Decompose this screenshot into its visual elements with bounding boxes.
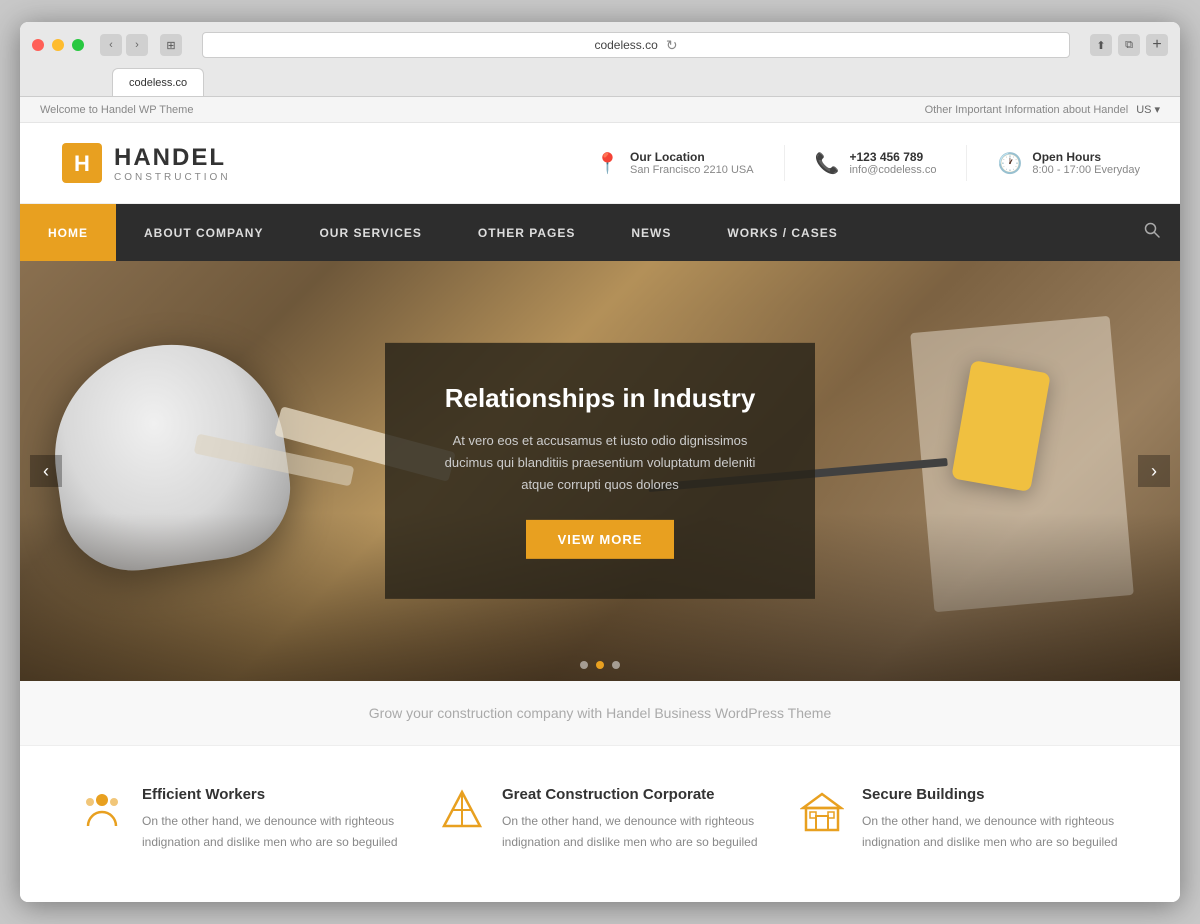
header-info: 📍 Our Location San Francisco 2210 USA 📞 … — [595, 145, 1140, 181]
nav-item-services[interactable]: OUR SERVICES — [291, 204, 449, 261]
workers-icon — [80, 788, 124, 852]
feature-desc-0: On the other hand, we denounce with righ… — [142, 811, 400, 852]
feature-buildings: Secure Buildings On the other hand, we d… — [800, 786, 1120, 852]
tagline-text: Grow your construction company with Hand… — [369, 705, 831, 721]
dot-2[interactable] — [596, 661, 604, 669]
nav-item-home[interactable]: HOME — [20, 204, 116, 261]
svg-text:H: H — [74, 151, 90, 176]
chevron-down-icon: ▾ — [1154, 103, 1160, 116]
feature-desc-2: On the other hand, we denounce with righ… — [862, 811, 1120, 852]
slider-prev-button[interactable]: ‹ — [30, 455, 62, 487]
browser-chrome: ‹ › ⊞ codeless.co ↻ ⬆ ⧉ + codeless.co — [20, 22, 1180, 97]
hero-slider: ‹ › Relationships in Industry At vero eo… — [20, 261, 1180, 681]
nav-item-works[interactable]: WORKS / CASES — [699, 204, 865, 261]
phone-number: +123 456 789 — [849, 150, 936, 164]
reader-button[interactable]: ⊞ — [160, 34, 182, 56]
site-header: H HANDEL CONSTRUCTION 📍 Our Location San… — [20, 123, 1180, 204]
hero-description: At vero eos et accusamus et iusto odio d… — [435, 430, 765, 496]
feature-construction: Great Construction Corporate On the othe… — [440, 786, 760, 852]
phone-icon: 📞 — [815, 151, 840, 176]
slider-dots — [580, 661, 620, 669]
hours-info: 🕐 Open Hours 8:00 - 17:00 Everyday — [997, 150, 1140, 176]
feature-title-1: Great Construction Corporate — [502, 786, 760, 803]
location-icon: 📍 — [595, 151, 620, 176]
hero-title: Relationships in Industry — [435, 383, 765, 414]
view-more-button[interactable]: VIEW MORE — [526, 520, 675, 559]
construction-icon — [440, 788, 484, 852]
location-value: San Francisco 2210 USA — [630, 164, 754, 176]
location-info: 📍 Our Location San Francisco 2210 USA — [595, 150, 753, 176]
info-text: Other Important Information about Handel — [925, 104, 1129, 116]
logo-icon: H — [60, 141, 104, 185]
feature-desc-1: On the other hand, we denounce with righ… — [502, 811, 760, 852]
nav-item-news[interactable]: NEWS — [603, 204, 699, 261]
refresh-icon[interactable]: ↻ — [666, 37, 678, 54]
feature-title-0: Efficient Workers — [142, 786, 400, 803]
top-info-bar: Welcome to Handel WP Theme Other Importa… — [20, 97, 1180, 123]
tagline-bar: Grow your construction company with Hand… — [20, 681, 1180, 746]
nav-item-about[interactable]: ABOUT COMPANY — [116, 204, 291, 261]
browser-window: ‹ › ⊞ codeless.co ↻ ⬆ ⧉ + codeless.co We… — [20, 22, 1180, 902]
clock-icon: 🕐 — [997, 151, 1022, 176]
language-selector[interactable]: US ▾ — [1136, 103, 1160, 116]
forward-button[interactable]: › — [126, 34, 148, 56]
logo-sub: CONSTRUCTION — [114, 172, 231, 183]
location-label: Our Location — [630, 150, 754, 164]
feature-efficient-workers: Efficient Workers On the other hand, we … — [80, 786, 400, 852]
dot-1[interactable] — [580, 661, 588, 669]
close-button[interactable] — [32, 39, 44, 51]
dot-3[interactable] — [612, 661, 620, 669]
logo-name: HANDEL — [114, 144, 231, 172]
active-tab[interactable]: codeless.co — [112, 68, 204, 96]
hours-value: 8:00 - 17:00 Everyday — [1032, 164, 1140, 176]
welcome-text: Welcome to Handel WP Theme — [40, 104, 193, 116]
slider-next-button[interactable]: › — [1138, 455, 1170, 487]
phone-info: 📞 +123 456 789 info@codeless.co — [815, 150, 937, 176]
hours-label: Open Hours — [1032, 150, 1140, 164]
features-section: Efficient Workers On the other hand, we … — [20, 746, 1180, 902]
share-button[interactable]: ⬆ — [1090, 34, 1112, 56]
minimize-button[interactable] — [52, 39, 64, 51]
address-bar[interactable]: codeless.co ↻ — [202, 32, 1070, 58]
new-tab-button[interactable]: ⧉ — [1118, 34, 1140, 56]
nav-item-pages[interactable]: OTHER PAGES — [450, 204, 603, 261]
hero-content: Relationships in Industry At vero eos et… — [385, 343, 815, 599]
search-icon[interactable] — [1124, 204, 1180, 261]
maximize-button[interactable] — [72, 39, 84, 51]
url-text: codeless.co — [594, 38, 657, 52]
main-nav: HOME ABOUT COMPANY OUR SERVICES OTHER PA… — [20, 204, 1180, 261]
back-button[interactable]: ‹ — [100, 34, 122, 56]
email-value: info@codeless.co — [849, 164, 936, 176]
add-tab-button[interactable]: + — [1146, 34, 1168, 56]
logo[interactable]: H HANDEL CONSTRUCTION — [60, 141, 231, 185]
building-icon — [800, 788, 844, 852]
feature-title-2: Secure Buildings — [862, 786, 1120, 803]
